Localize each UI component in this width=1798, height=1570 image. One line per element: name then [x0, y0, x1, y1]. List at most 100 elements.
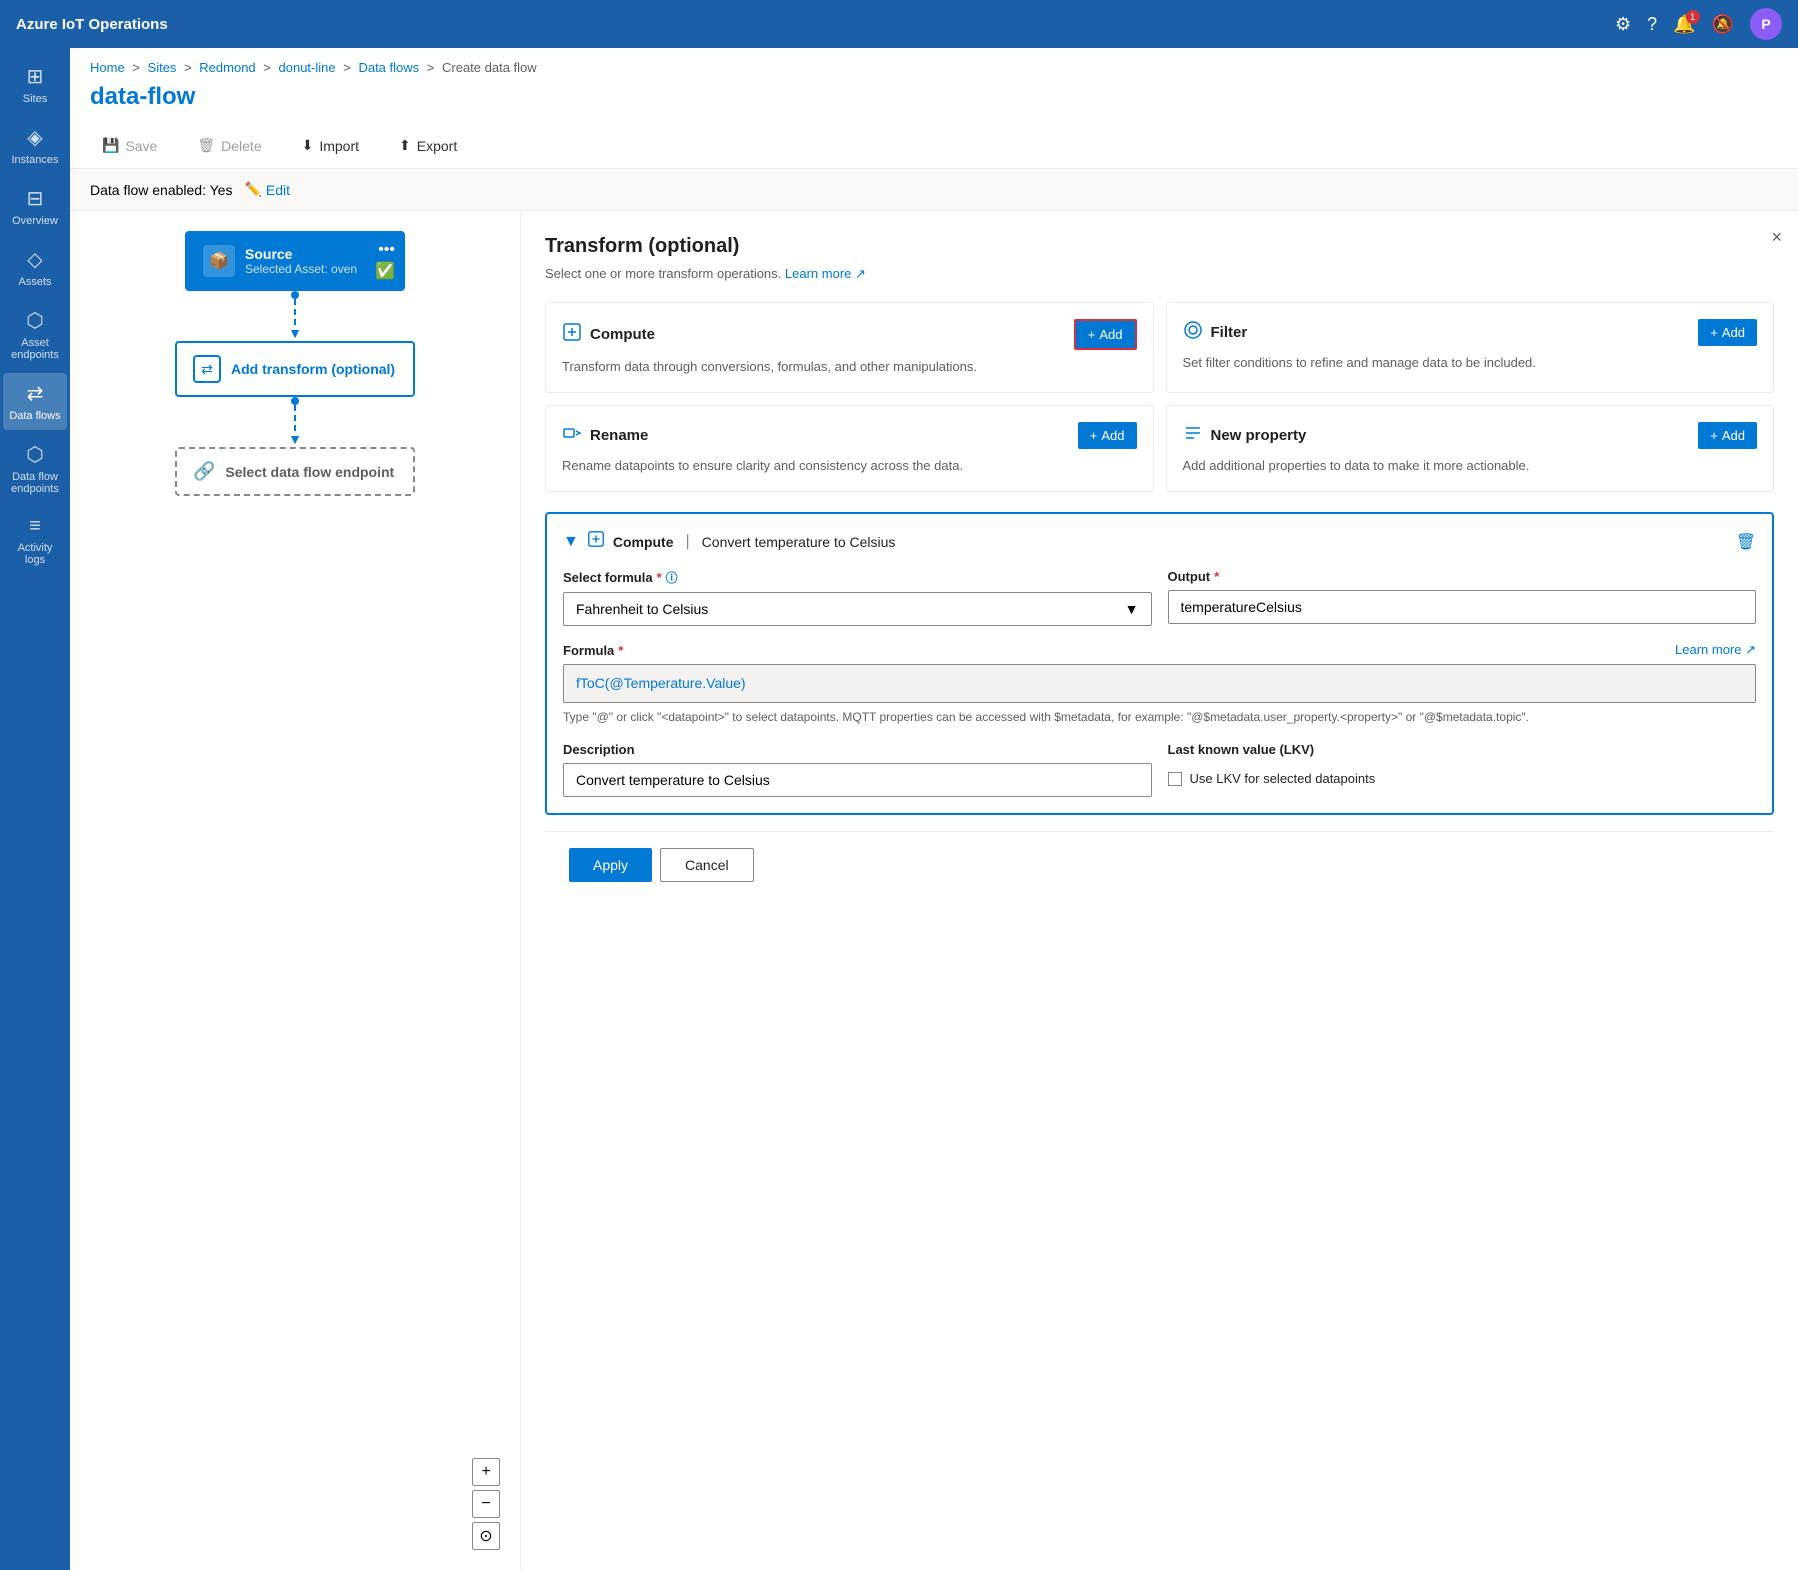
filter-add-button[interactable]: + Add: [1698, 319, 1757, 346]
endpoint-node[interactable]: 🔗 Select data flow endpoint: [175, 447, 415, 496]
flow-line-1: [294, 299, 296, 325]
app-layout: ⊞ Sites ◈ Instances ⊟ Overview ◇ Assets …: [0, 48, 1798, 1570]
delete-button[interactable]: 🗑 Delete: [185, 131, 273, 160]
output-label-text: Output: [1168, 569, 1211, 584]
sidebar-item-data-flows[interactable]: ⇄ Data flows: [3, 373, 67, 430]
sidebar-item-assets[interactable]: ◇ Assets: [3, 239, 67, 296]
edit-button[interactable]: ✏️ Edit: [244, 181, 290, 198]
formula-select-dropdown[interactable]: Fahrenheit to Celsius ▼: [563, 592, 1152, 626]
formula-section-label-text: Formula: [563, 643, 614, 658]
source-node[interactable]: 📦 Source Selected Asset: oven ••• ✅: [185, 231, 405, 291]
cancel-button[interactable]: Cancel: [660, 848, 754, 882]
sidebar-item-overview-label: Overview: [12, 215, 58, 227]
sidebar-item-assets-label: Assets: [18, 276, 51, 288]
breadcrumb-data-flows[interactable]: Data flows: [358, 60, 419, 75]
formula-section: Formula * Learn more ↗ fToC(@Temperature…: [563, 642, 1756, 726]
zoom-controls: + − ⊙: [472, 1458, 500, 1550]
sidebar: ⊞ Sites ◈ Instances ⊟ Overview ◇ Assets …: [0, 48, 70, 1570]
transform-node[interactable]: ⇄ Add transform (optional): [175, 341, 415, 397]
connector-dot-1: [291, 291, 299, 299]
transform-panel: × Transform (optional) Select one or mor…: [520, 211, 1798, 1570]
formula-label-text: Select formula: [563, 570, 653, 585]
panel-subtitle: Select one or more transform operations.…: [545, 266, 1774, 282]
transform-node-label: Add transform (optional): [231, 361, 395, 377]
sidebar-item-asset-endpoints[interactable]: ⬡ Asset endpoints: [3, 300, 67, 369]
sidebar-item-overview[interactable]: ⊟ Overview: [3, 178, 67, 235]
transform-node-icon: ⇄: [193, 355, 221, 383]
import-button[interactable]: ⬇ Import: [290, 131, 371, 160]
filter-card-title: Filter: [1211, 324, 1248, 341]
asset-endpoints-icon: ⬡: [26, 308, 43, 333]
export-button[interactable]: ⬆ Export: [387, 131, 469, 160]
compute-delete-icon[interactable]: 🗑: [1736, 532, 1756, 552]
panel-close-button[interactable]: ×: [1771, 227, 1782, 248]
compute-card-title: Compute: [590, 326, 655, 343]
breadcrumb-redmond[interactable]: Redmond: [199, 60, 255, 75]
compute-expanded-header: ▼ Compute | Convert temperature to Celsi…: [563, 530, 1756, 553]
compute-expanded-icon: [587, 530, 605, 553]
formula-form-row: Select formula * ⓘ Fahrenheit to Celsius…: [563, 569, 1756, 626]
compute-card-desc: Transform data through conversions, form…: [562, 358, 1137, 376]
panel-footer: Apply Cancel: [545, 831, 1774, 898]
breadcrumb-sep5: >: [427, 60, 435, 75]
apply-button[interactable]: Apply: [569, 848, 652, 882]
description-label-text: Description: [563, 742, 635, 757]
zoom-out-button[interactable]: −: [472, 1490, 500, 1518]
endpoint-node-icon: 🔗: [193, 461, 215, 482]
rename-add-label: Add: [1101, 428, 1124, 443]
compute-add-button[interactable]: + Add: [1074, 319, 1137, 350]
save-button[interactable]: 💾 Save: [90, 131, 169, 160]
flow-canvas: 📦 Source Selected Asset: oven ••• ✅ ▼: [70, 211, 520, 1570]
breadcrumb-donut-line[interactable]: donut-line: [279, 60, 336, 75]
sites-icon: ⊞: [27, 64, 44, 89]
transform-cards: Compute + Add Transform data through con…: [545, 302, 1774, 492]
zoom-fit-button[interactable]: ⊙: [472, 1522, 500, 1550]
save-label: Save: [125, 138, 157, 154]
sidebar-item-activity-logs[interactable]: ≡ Activity logs: [3, 507, 67, 574]
new-property-card: New property + Add Add additional proper…: [1166, 405, 1775, 492]
lkv-checkbox[interactable]: [1168, 772, 1182, 786]
notification-bell[interactable]: 🔔 1: [1673, 14, 1695, 35]
compute-collapse-icon[interactable]: ▼: [563, 533, 579, 551]
sidebar-item-instances[interactable]: ◈ Instances: [3, 117, 67, 174]
lkv-checkbox-row: Use LKV for selected datapoints: [1168, 763, 1757, 786]
formula-select-label: Select formula * ⓘ: [563, 569, 1152, 586]
compute-card-header: Compute + Add: [562, 319, 1137, 350]
output-input[interactable]: [1168, 590, 1757, 624]
page-body: Data flow enabled: Yes ✏️ Edit 📦 Source …: [70, 169, 1798, 1570]
main-content: Home > Sites > Redmond > donut-line > Da…: [70, 48, 1798, 1570]
rename-add-button[interactable]: + Add: [1078, 422, 1137, 449]
source-node-icon: 📦: [203, 245, 235, 277]
breadcrumb-home[interactable]: Home: [90, 60, 125, 75]
export-icon: ⬆: [399, 137, 411, 154]
new-property-card-title-row: New property: [1183, 423, 1307, 448]
panel-title: Transform (optional): [545, 235, 1774, 258]
filter-card-desc: Set filter conditions to refine and mana…: [1183, 354, 1758, 372]
settings-icon[interactable]: ⚙: [1615, 14, 1631, 35]
help-icon[interactable]: ?: [1647, 14, 1657, 35]
filter-card: Filter + Add Set filter conditions to re…: [1166, 302, 1775, 393]
sidebar-item-sites[interactable]: ⊞ Sites: [3, 56, 67, 113]
sidebar-item-data-flows-label: Data flows: [9, 410, 60, 422]
description-input[interactable]: [563, 763, 1152, 797]
alert-icon[interactable]: 🔕: [1712, 14, 1734, 35]
sidebar-item-activity-logs-label: Activity logs: [7, 542, 63, 566]
desc-lkv-row: Description Last known value (LKV) Use L…: [563, 742, 1756, 797]
source-node-more-icon[interactable]: •••: [378, 241, 395, 259]
formula-required-star: *: [657, 570, 662, 585]
import-label: Import: [319, 138, 359, 154]
compute-card-title-row: Compute: [562, 322, 655, 347]
data-flows-icon: ⇄: [27, 381, 44, 406]
lkv-label: Last known value (LKV): [1168, 742, 1757, 757]
new-property-add-button[interactable]: + Add: [1698, 422, 1757, 449]
description-group: Description: [563, 742, 1152, 797]
zoom-in-button[interactable]: +: [472, 1458, 500, 1486]
breadcrumb-sites[interactable]: Sites: [148, 60, 177, 75]
formula-section-required-star: *: [618, 643, 623, 658]
sidebar-item-data-flow-endpoints[interactable]: ⬡ Data flow endpoints: [3, 434, 67, 503]
panel-learn-more-link[interactable]: Learn more ↗: [785, 266, 866, 281]
formula-learn-more-link[interactable]: Learn more ↗: [1675, 642, 1756, 658]
formula-code-input[interactable]: fToC(@Temperature.Value): [563, 664, 1756, 703]
avatar[interactable]: P: [1750, 8, 1782, 40]
filter-card-icon: [1183, 320, 1203, 345]
